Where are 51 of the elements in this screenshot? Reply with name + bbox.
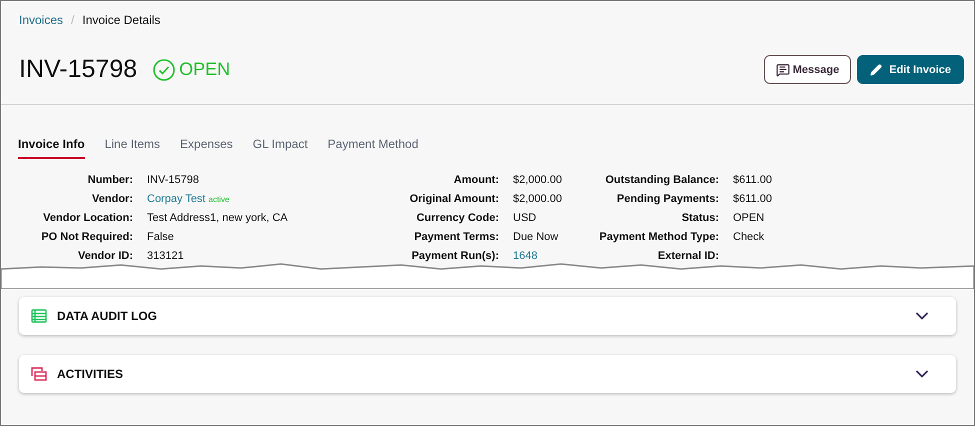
field-value: 313121 bbox=[147, 248, 184, 264]
list-icon bbox=[31, 309, 47, 323]
field-label: External ID: bbox=[656, 248, 719, 264]
tab[interactable]: GL Impact bbox=[252, 135, 308, 159]
tab[interactable]: Expenses bbox=[180, 135, 233, 159]
field-value: Test Address1, new york, CA bbox=[147, 210, 288, 226]
message-button[interactable]: Message bbox=[764, 55, 852, 84]
breadcrumb-separator: / bbox=[71, 12, 74, 29]
status-tag: active bbox=[208, 194, 230, 206]
field-label: Payment Run(s): bbox=[410, 248, 499, 264]
field-label: Pending Payments: bbox=[616, 192, 719, 207]
status-label: OPEN bbox=[179, 58, 230, 82]
field-value: INV-15798 bbox=[147, 172, 199, 188]
field-value: False bbox=[147, 230, 174, 245]
breadcrumb-link[interactable]: Invoices bbox=[19, 11, 64, 29]
field-value: OPEN bbox=[733, 210, 764, 226]
panel-title: DATA AUDIT LOG bbox=[57, 308, 157, 325]
field-value: USD bbox=[513, 210, 536, 226]
field-value: $2,000.00 bbox=[513, 192, 562, 207]
field-label: Status: bbox=[680, 210, 719, 226]
field-label: Vendor: bbox=[91, 192, 133, 207]
invoice-title: INV-15798 bbox=[19, 54, 138, 85]
field-value: Check bbox=[733, 230, 764, 245]
field-label: Payment Terms: bbox=[413, 230, 499, 245]
field-label: PO Not Required: bbox=[40, 230, 133, 245]
field-label: Currency Code: bbox=[415, 210, 499, 226]
field-value: $611.00 bbox=[733, 172, 772, 188]
field-value: $611.00 bbox=[733, 192, 772, 207]
field-label: Vendor ID: bbox=[76, 248, 133, 264]
field-value: Due Now bbox=[513, 230, 558, 245]
field-label: Outstanding Balance: bbox=[604, 172, 719, 188]
speech-bubble-icon bbox=[776, 62, 790, 77]
edit-invoice-button[interactable]: Edit Invoice bbox=[857, 55, 964, 84]
check-circle-icon bbox=[153, 58, 176, 81]
pencil-icon bbox=[870, 64, 882, 76]
stacked-cards-icon bbox=[31, 367, 47, 381]
tab[interactable]: Payment Method bbox=[328, 135, 418, 159]
field-link[interactable]: Corpay Test bbox=[147, 190, 206, 208]
field-label: Vendor Location: bbox=[42, 210, 133, 226]
field-label: Original Amount: bbox=[408, 192, 499, 207]
field-label: Number: bbox=[86, 172, 133, 188]
field-label: Payment Method Type: bbox=[599, 230, 719, 245]
field-value: $2,000.00 bbox=[513, 172, 562, 188]
field-link[interactable]: 1648 bbox=[513, 248, 538, 264]
tab[interactable]: Invoice Info bbox=[18, 135, 85, 159]
field-label: Amount: bbox=[452, 172, 499, 188]
tab[interactable]: Line Items bbox=[104, 135, 160, 159]
collapsible-panel[interactable]: ACTIVITIES bbox=[19, 355, 956, 393]
breadcrumb-current: Invoice Details bbox=[82, 12, 160, 29]
collapsible-panel[interactable]: DATA AUDIT LOG bbox=[19, 297, 956, 335]
panel-title: ACTIVITIES bbox=[57, 366, 124, 383]
